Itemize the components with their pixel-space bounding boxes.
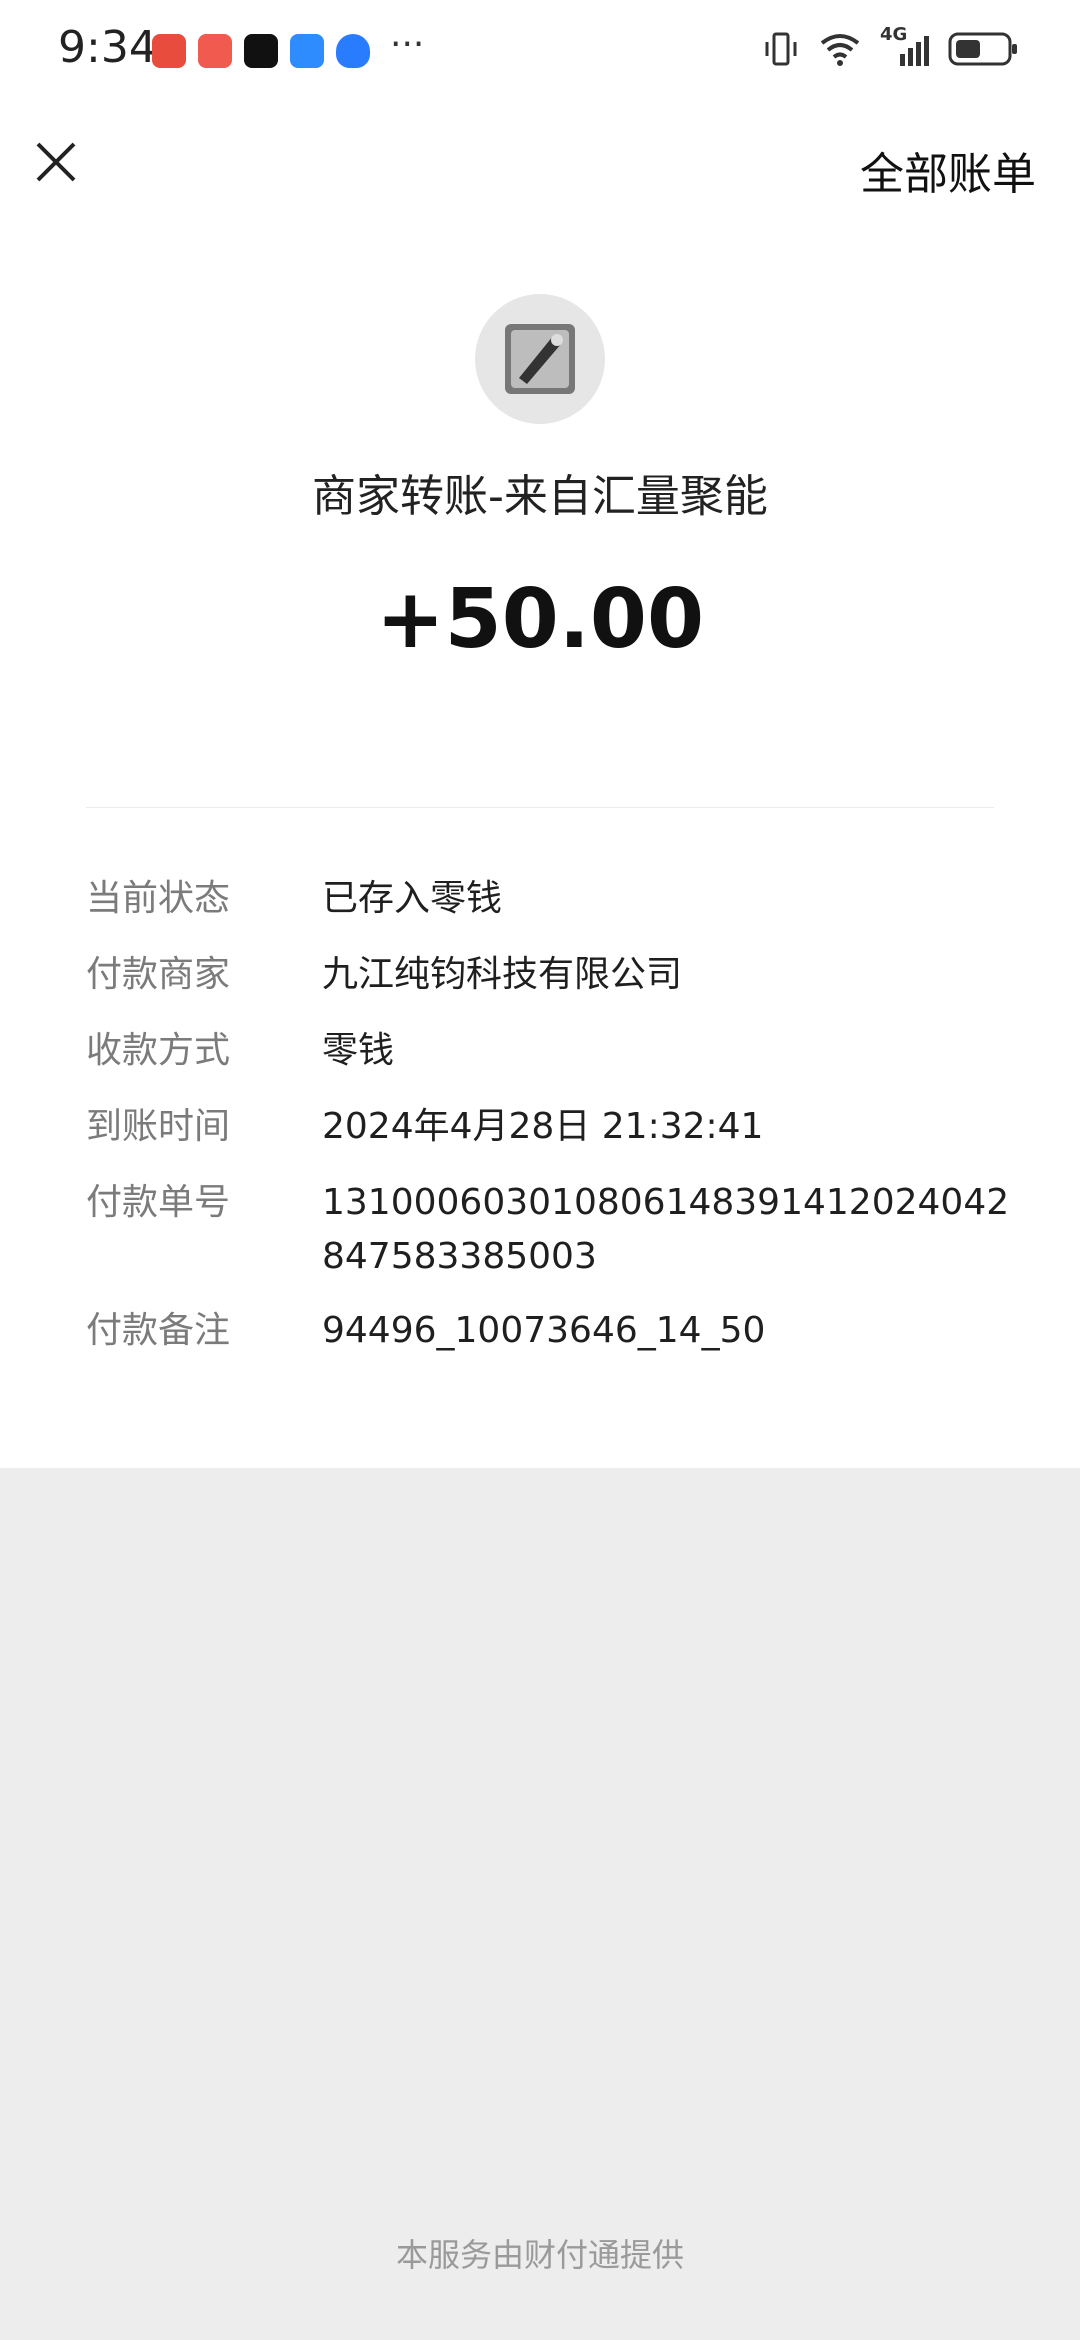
status-indicators: 4G: [744, 24, 1018, 68]
vibrate-icon: [765, 32, 797, 66]
detail-value: 零钱: [322, 1030, 395, 1071]
detail-label: 付款备注: [86, 1310, 231, 1351]
detail-value: 1310006030108061483914120240428475833850…: [322, 1182, 1010, 1277]
status-app-icons: ···: [152, 24, 424, 68]
huawei-app-icon: [198, 34, 232, 68]
detail-value: 九江纯钧科技有限公司: [322, 954, 683, 995]
merchant-logo-icon: [505, 324, 575, 394]
status-bar: 9:34 ··· 4G: [0, 0, 1080, 100]
merchant-avatar: [475, 294, 605, 424]
detail-label: 到账时间: [86, 1106, 231, 1147]
detail-label: 收款方式: [86, 1030, 231, 1071]
detail-value: 已存入零钱: [322, 878, 503, 919]
phone-app-icon: [152, 34, 186, 68]
top-navigation: 全部账单: [0, 100, 1080, 233]
divider: [86, 807, 994, 808]
tiktok-app-icon: [244, 34, 278, 68]
detail-value: 2024年4月28日 21:32:41: [322, 1106, 764, 1147]
wifi-icon: [820, 34, 860, 66]
service-provider-footer: 本服务由财付通提供: [395, 2236, 684, 2274]
signal-icon: 4G: [880, 24, 930, 68]
battery-icon: [948, 32, 1017, 66]
detail-label: 付款商家: [86, 954, 231, 995]
transaction-title: 商家转账-来自汇量聚能: [312, 471, 768, 522]
shield-app-icon: [336, 34, 370, 68]
detail-label: 付款单号: [86, 1182, 231, 1223]
more-notifications-icon: ···: [390, 23, 425, 65]
all-bills-link[interactable]: 全部账单: [860, 138, 1036, 202]
detail-value: 94496_10073646_14_50: [322, 1310, 766, 1351]
message-app-icon: [290, 34, 324, 68]
detail-label: 当前状态: [86, 878, 231, 919]
close-icon: [36, 142, 76, 182]
transaction-amount: +50.00: [375, 572, 705, 667]
transaction-card: 商家转账-来自汇量聚能 +50.00 当前状态 已存入零钱 付款商家 九江纯钧科…: [0, 232, 1080, 1468]
status-time: 9:34: [58, 22, 157, 73]
close-button[interactable]: [28, 134, 84, 190]
